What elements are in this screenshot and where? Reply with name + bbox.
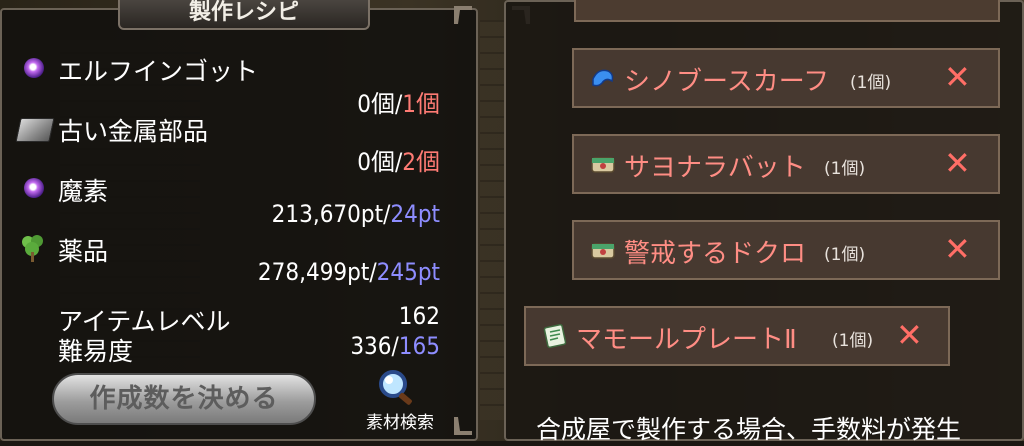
material-need: 245pt (376, 258, 440, 286)
queue-item-name: 警戒するドクロ (624, 239, 807, 269)
metal-ingot-icon (15, 118, 55, 146)
difficulty-label: 難易度 (58, 337, 134, 366)
remove-item-button[interactable]: ✕ (944, 146, 971, 180)
material-name: エルフインゴット (58, 57, 259, 86)
material-have: 0個 (357, 148, 395, 176)
queue-item-name: サヨナラバット (624, 153, 806, 183)
material-have: 213,670pt (271, 200, 384, 228)
item-level-value: 162 (398, 302, 440, 330)
queue-item-name: シノブースカーフ (624, 67, 830, 97)
difficulty-sep: / (391, 332, 399, 360)
material-quantity: 0個/1個 (357, 84, 440, 119)
difficulty-value: 336/165 (350, 332, 440, 360)
remove-item-button[interactable]: ✕ (896, 318, 923, 352)
queue-item-count: (1個) (850, 73, 892, 93)
material-need: 1個 (402, 90, 440, 118)
queue-item[interactable]: 警戒するドクロ (1個) ✕ (572, 220, 1000, 280)
corner-ornament-icon (454, 6, 472, 24)
decide-quantity-button[interactable]: 作成数を決める (52, 373, 316, 425)
magnifier-icon (379, 370, 412, 405)
queue-item-count: (1個) (832, 331, 874, 351)
queue-item-count: (1個) (824, 159, 866, 179)
scroll-icon (543, 323, 567, 349)
queue-item-count: (1個) (824, 245, 866, 265)
remove-item-button[interactable]: ✕ (944, 232, 971, 266)
queue-scroll-top (574, 0, 1000, 22)
queue-item[interactable]: マモールプレートⅡ (1個) ✕ (524, 306, 950, 366)
material-search-label: 素材検索 (366, 413, 434, 433)
queue-item[interactable]: シノブースカーフ (1個) ✕ (572, 48, 1000, 108)
corner-ornament-icon (454, 417, 472, 435)
herb-icon (22, 235, 43, 262)
difficulty-have: 336 (350, 332, 392, 360)
difficulty-need: 165 (398, 332, 440, 360)
material-name: 魔素 (58, 177, 109, 206)
material-name: 薬品 (58, 237, 109, 266)
remove-item-button[interactable]: ✕ (944, 60, 971, 94)
material-have: 0個 (357, 90, 395, 118)
box-icon (591, 157, 615, 173)
material-quantity: 0個/2個 (357, 142, 440, 177)
blue-scarf-icon (592, 69, 614, 87)
material-need: 2個 (402, 148, 440, 176)
purple-orb-icon (24, 58, 52, 86)
material-quantity: 278,499pt/245pt (258, 258, 440, 286)
purple-orb-icon (24, 178, 52, 206)
box-icon (591, 243, 615, 259)
material-need: 24pt (390, 200, 440, 228)
material-have: 278,499pt (257, 258, 370, 286)
background-pillar (480, 20, 504, 420)
queue-item[interactable]: サヨナラバット (1個) ✕ (572, 134, 1000, 194)
recipe-panel-title: 製作レシピ (118, 0, 370, 30)
queue-item-name: マモールプレートⅡ (576, 325, 797, 355)
material-sep: / (369, 258, 377, 286)
material-name: 古い金属部品 (58, 117, 209, 146)
material-quantity: 213,670pt/24pt (272, 200, 440, 228)
